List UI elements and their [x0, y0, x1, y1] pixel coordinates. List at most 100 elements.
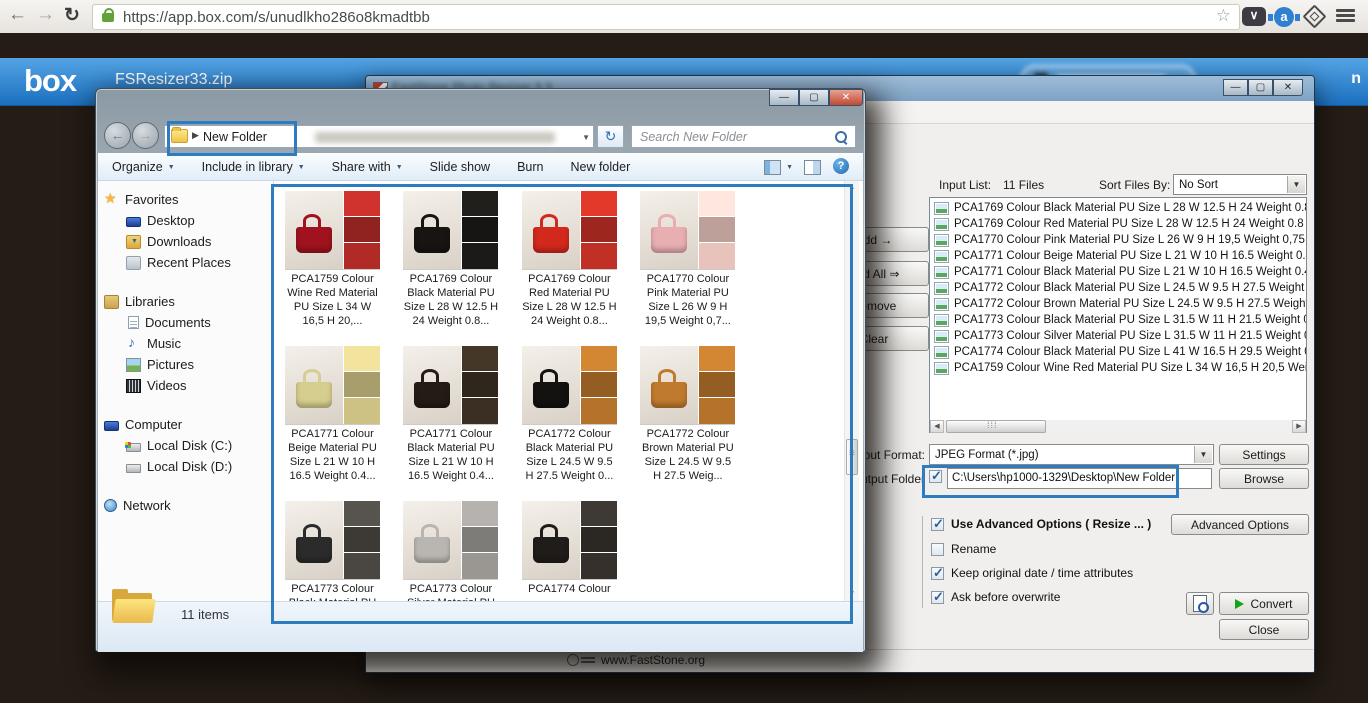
sidebar-item[interactable]: Local Disk (D:): [98, 456, 273, 477]
sidebar-item[interactable]: Local Disk (C:): [98, 435, 273, 456]
option-row[interactable]: Keep original date / time attributes: [931, 567, 1133, 580]
input-file-list[interactable]: PCA1769 Colour Black Material PU Size L …: [929, 197, 1307, 433]
option-row[interactable]: Use Advanced Options ( Resize ... ): [931, 518, 1151, 531]
file-list-row[interactable]: PCA1769 Colour Black Material PU Size L …: [931, 200, 1306, 216]
list-horizontal-scrollbar[interactable]: ◀ ▶: [930, 420, 1306, 433]
output-format-dropdown[interactable]: JPEG Format (*.jpg) ▼: [929, 444, 1214, 465]
scroll-right-icon[interactable]: ▶: [1292, 420, 1306, 433]
scroll-up-icon[interactable]: ▲: [845, 181, 859, 195]
file-list-row[interactable]: PCA1772 Colour Brown Material PU Size L …: [931, 296, 1306, 312]
settings-button[interactable]: Settings: [1219, 444, 1309, 465]
output-folder-field[interactable]: C:\Users\hp1000-1329\Desktop\New Folder: [947, 468, 1212, 489]
explorer-forward-button[interactable]: →: [132, 122, 159, 149]
search-box[interactable]: Search New Folder: [631, 125, 856, 148]
command-bar-item[interactable]: Organize ▼: [112, 160, 175, 174]
checkbox[interactable]: [931, 543, 944, 556]
box-logo[interactable]: box: [24, 63, 76, 99]
preview-button[interactable]: [1186, 592, 1214, 615]
file-list-row[interactable]: PCA1771 Colour Black Material PU Size L …: [931, 264, 1306, 280]
option-row[interactable]: Ask before overwrite: [931, 591, 1060, 604]
sidebar-item[interactable]: Desktop: [98, 210, 273, 231]
url-text[interactable]: https://app.box.com/s/unudlkho286o8kmadt…: [123, 9, 430, 26]
close-button[interactable]: Close: [1219, 619, 1309, 640]
file-list-row[interactable]: PCA1759 Colour Wine Red Material PU Size…: [931, 360, 1306, 376]
file-thumbnail[interactable]: PCA1773 Colour Black Material PU Size L …: [285, 501, 380, 601]
scrollbar-thumb[interactable]: [846, 439, 858, 475]
file-thumbnail[interactable]: PCA1772 Colour Black Material PU Size L …: [522, 346, 617, 488]
change-view-icon[interactable]: [764, 160, 781, 175]
header-nav-fragment[interactable]: n: [1351, 70, 1361, 88]
file-list-row[interactable]: PCA1774 Colour Black Material PU Size L …: [931, 344, 1306, 360]
convert-button[interactable]: Convert: [1219, 592, 1309, 615]
explorer-back-button[interactable]: ←: [104, 122, 131, 149]
file-thumbnail[interactable]: PCA1759 Colour Wine Red Material PU Size…: [285, 191, 380, 333]
checkbox[interactable]: [931, 567, 944, 580]
address-bar[interactable]: https://app.box.com/s/unudlkho286o8kmadt…: [92, 4, 1240, 30]
explorer-address-bar[interactable]: ▶ New Folder ▼: [164, 125, 594, 148]
fs-minimize-button[interactable]: —: [1223, 79, 1248, 96]
command-bar-item[interactable]: New folder ▼: [570, 160, 630, 174]
file-list-row[interactable]: PCA1773 Colour Black Material PU Size L …: [931, 312, 1306, 328]
file-thumbnail[interactable]: PCA1769 Colour Black Material PU Size L …: [403, 191, 498, 333]
sidebar-item[interactable]: Music: [98, 333, 273, 354]
file-list-row[interactable]: PCA1771 Colour Beige Material PU Size L …: [931, 248, 1306, 264]
sidebar-item[interactable]: Computer: [98, 414, 273, 435]
bookmark-star-icon[interactable]: ☆: [1216, 6, 1231, 26]
pocket-icon[interactable]: ∨: [1242, 7, 1266, 26]
menu-icon[interactable]: [1336, 9, 1355, 23]
breadcrumb[interactable]: New Folder: [203, 130, 267, 144]
file-list-row[interactable]: PCA1773 Colour Silver Material PU Size L…: [931, 328, 1306, 344]
checkbox[interactable]: [931, 591, 944, 604]
explorer-maximize-button[interactable]: ▢: [799, 89, 829, 106]
reload-icon[interactable]: ↻: [64, 4, 80, 27]
file-thumbnail[interactable]: PCA1772 Colour Brown Material PU Size L …: [640, 346, 735, 488]
chevron-down-icon[interactable]: ▼: [582, 133, 590, 142]
command-bar-item[interactable]: Slide show ▼: [430, 160, 490, 174]
file-thumbnail[interactable]: PCA1774 Colour: [522, 501, 617, 601]
output-folder-checkbox[interactable]: [929, 470, 942, 483]
extension-a-icon[interactable]: a: [1274, 7, 1294, 27]
file-thumbnail[interactable]: PCA1773 Colour Silver Material PU Size L…: [403, 501, 498, 601]
command-bar-item[interactable]: Burn ▼: [517, 160, 543, 174]
fs-maximize-button[interactable]: ▢: [1248, 79, 1273, 96]
tag-icon[interactable]: [1302, 4, 1326, 28]
explorer-minimize-button[interactable]: —: [769, 89, 799, 106]
command-bar-item[interactable]: Include in library ▼: [202, 160, 305, 174]
breadcrumb-arrow-icon[interactable]: ▶: [192, 130, 199, 141]
browse-button[interactable]: Browse: [1219, 468, 1309, 489]
help-icon[interactable]: ?: [833, 158, 849, 174]
sidebar-item[interactable]: Videos: [98, 375, 273, 396]
file-list-row[interactable]: PCA1770 Colour Pink Material PU Size L 2…: [931, 232, 1306, 248]
checkbox[interactable]: [931, 518, 944, 531]
scroll-left-icon[interactable]: ◀: [930, 420, 944, 433]
sidebar-item[interactable]: Favorites: [98, 189, 273, 210]
vertical-scrollbar[interactable]: ▲ ▼: [844, 181, 859, 601]
https-lock-icon[interactable]: [102, 13, 114, 22]
sidebar-item[interactable]: Downloads: [98, 231, 273, 252]
advanced-options-button[interactable]: Advanced Options: [1171, 514, 1309, 535]
file-list-row[interactable]: PCA1772 Colour Black Material PU Size L …: [931, 280, 1306, 296]
forward-icon[interactable]: →: [36, 4, 55, 26]
refresh-button[interactable]: ↻: [597, 125, 624, 148]
command-bar-item[interactable]: Share with ▼: [332, 160, 403, 174]
sidebar-item[interactable]: Network: [98, 495, 273, 516]
option-row[interactable]: Rename: [931, 543, 996, 556]
sort-dropdown[interactable]: No Sort ▼: [1173, 174, 1307, 195]
preview-pane-icon[interactable]: [804, 160, 821, 175]
back-icon[interactable]: ←: [8, 4, 27, 26]
scroll-down-icon[interactable]: ▼: [845, 587, 859, 601]
scrollbar-thumb[interactable]: [946, 420, 1046, 433]
sidebar-item[interactable]: Libraries: [98, 291, 273, 312]
file-thumbnail[interactable]: PCA1770 Colour Pink Material PU Size L 2…: [640, 191, 735, 333]
sidebar-item[interactable]: Pictures: [98, 354, 273, 375]
chevron-down-icon[interactable]: ▼: [786, 164, 793, 171]
file-thumbnail[interactable]: PCA1769 Colour Red Material PU Size L 28…: [522, 191, 617, 333]
fs-close-button[interactable]: ✕: [1273, 79, 1303, 96]
sidebar-item[interactable]: Recent Places: [98, 252, 273, 273]
file-thumbnail[interactable]: PCA1771 Colour Black Material PU Size L …: [403, 346, 498, 488]
explorer-close-button[interactable]: ✕: [829, 89, 863, 106]
file-thumbnail[interactable]: PCA1771 Colour Beige Material PU Size L …: [285, 346, 380, 488]
file-list-row[interactable]: PCA1769 Colour Red Material PU Size L 28…: [931, 216, 1306, 232]
sidebar-item[interactable]: Documents: [98, 312, 273, 333]
faststone-site-link[interactable]: www.FastStone.org: [601, 653, 705, 667]
